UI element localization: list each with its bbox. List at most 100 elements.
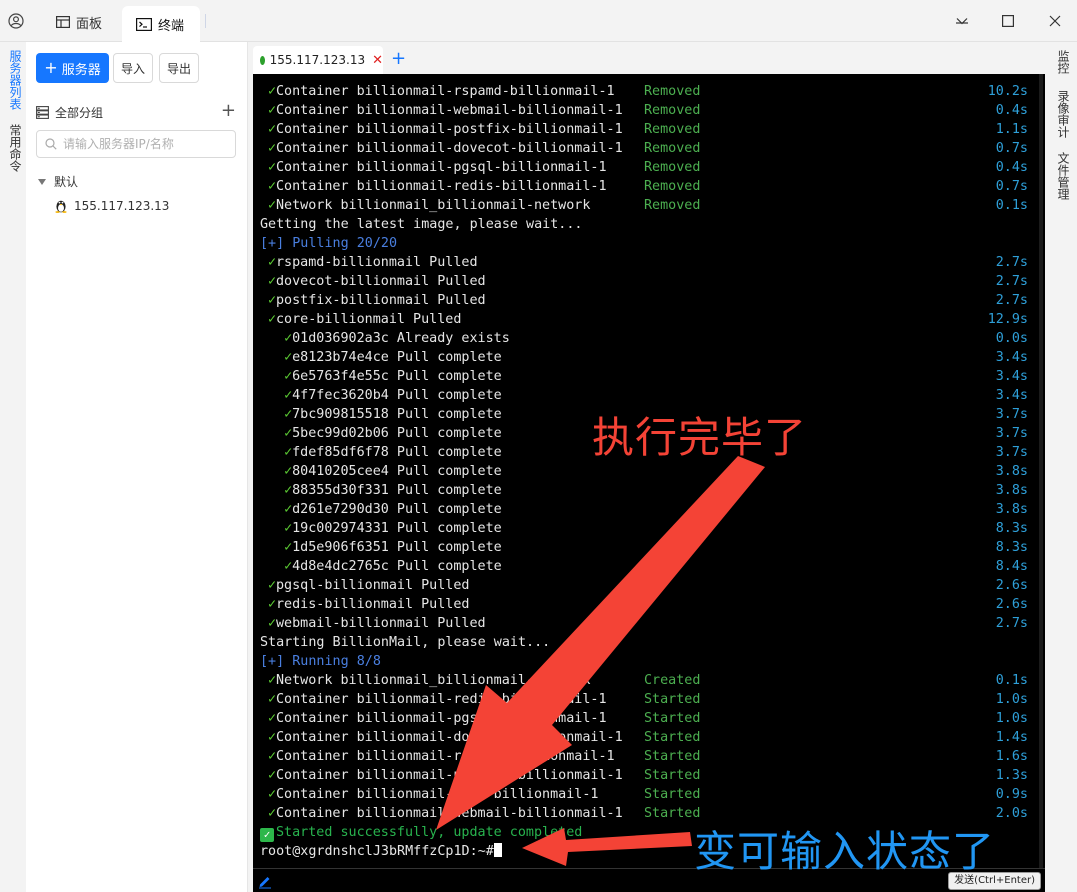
- check-icon: ✓: [276, 483, 293, 498]
- check-icon: ✓: [260, 141, 277, 156]
- terminal-line-status: Started: [644, 692, 701, 707]
- check-icon: ✓: [260, 274, 277, 289]
- add-server-button[interactable]: + 服务器: [36, 53, 109, 83]
- terminal-icon: [136, 17, 152, 31]
- tree-server-item[interactable]: 155.117.123.13: [54, 198, 169, 213]
- terminal-line-time: 2.6s: [995, 578, 1028, 593]
- search-input[interactable]: [63, 137, 233, 151]
- add-tab-icon[interactable]: +: [391, 48, 406, 70]
- terminal-line-time: 1.3s: [995, 768, 1028, 783]
- terminal-line-status: Started: [644, 711, 701, 726]
- terminal-line-text: 4f7fec3620b4 Pull complete: [292, 388, 502, 403]
- terminal-line-text: Started successfully, update completed: [276, 825, 583, 840]
- terminal-session-label: 155.117.123.13: [269, 53, 366, 67]
- terminal-line-time: 0.1s: [995, 673, 1028, 688]
- terminal-line-text: Getting the latest image, please wait...: [260, 217, 583, 232]
- add-group-icon[interactable]: +: [221, 102, 236, 120]
- rail-item-monitor[interactable]: 监控: [1056, 50, 1070, 74]
- terminal-line-time: 3.8s: [995, 502, 1028, 517]
- check-icon: ✓: [260, 160, 277, 175]
- import-button[interactable]: 导入: [113, 53, 153, 83]
- pencil-icon[interactable]: [257, 873, 273, 889]
- terminal-line: [+] Pulling 20/20: [260, 234, 1028, 253]
- terminal-line: ✓core-billionmail Pulled 12.9s: [260, 310, 1028, 329]
- terminal-line-text: 6e5763f4e55c Pull complete: [292, 369, 502, 384]
- tree-group-default[interactable]: 默认: [38, 173, 78, 190]
- terminal-line-text: 01d036902a3c Already exists: [292, 331, 510, 346]
- check-icon: ✓: [276, 502, 293, 517]
- terminal-line: ✓Container billionmail-rspamd-billionmai…: [260, 747, 1028, 766]
- terminal-line: ✓postfix-billionmail Pulled 2.7s: [260, 291, 1028, 310]
- check-icon: ✓: [260, 198, 277, 213]
- close-icon[interactable]: [1043, 10, 1067, 32]
- terminal-line-time: 1.0s: [995, 692, 1028, 707]
- check-icon: ✓: [276, 464, 293, 479]
- rail-item-recording-audit[interactable]: 录像审计: [1056, 90, 1070, 138]
- terminal-tab-bar: 155.117.123.13 ✕ +: [249, 42, 1049, 74]
- terminal-scrollbar[interactable]: [1039, 74, 1043, 868]
- terminal-line-text: Container billionmail-pgsql-billionmail-…: [276, 160, 607, 175]
- maximize-icon[interactable]: [996, 10, 1020, 32]
- check-icon: ✓: [276, 445, 293, 460]
- tab-dashboard-label: 面板: [76, 16, 103, 32]
- terminal-line-time: 1.1s: [995, 122, 1028, 137]
- left-rail: 服务器列表 常用命令: [0, 42, 26, 892]
- check-icon: ✓: [276, 407, 293, 422]
- terminal-line: ✓Network billionmail_billionmail-network…: [260, 671, 1028, 690]
- dashboard-icon: [56, 16, 70, 28]
- terminal-line-status: Removed: [644, 122, 701, 137]
- right-rail: 监控 录像审计 文件管理: [1049, 42, 1077, 892]
- terminal-line: ✓88355d30f331 Pull complete 3.8s: [260, 481, 1028, 500]
- terminal-line-text: dovecot-billionmail Pulled: [276, 274, 486, 289]
- terminal-line-text: Container billionmail-rspamd-billionmail…: [276, 84, 615, 99]
- tab-terminal-label: 终端: [158, 18, 185, 34]
- tab-divider: [205, 14, 206, 28]
- terminal-line-status: Started: [644, 806, 701, 821]
- terminal-line-time: 10.2s: [987, 84, 1028, 99]
- terminal-line-text: Container billionmail-postfix-billionmai…: [276, 122, 623, 137]
- terminal-line: ✓d261e7290d30 Pull complete 3.8s: [260, 500, 1028, 519]
- terminal-line: Getting the latest image, please wait...: [260, 215, 1028, 234]
- check-icon: ✓: [276, 559, 293, 574]
- rail-item-server-list[interactable]: 服务器列表: [5, 50, 22, 110]
- terminal-line: ✓Network billionmail_billionmail-network…: [260, 196, 1028, 215]
- terminal-line-status: Started: [644, 749, 701, 764]
- success-check-icon: ✓: [260, 828, 274, 842]
- terminal-line-time: 3.4s: [995, 369, 1028, 384]
- rail-item-file-manager[interactable]: 文件管理: [1056, 152, 1070, 200]
- terminal-line-time: 2.6s: [995, 597, 1028, 612]
- terminal-line-text: 19c002974331 Pull complete: [292, 521, 502, 536]
- terminal-line-text: 4d8e4dc2765c Pull complete: [292, 559, 502, 574]
- check-icon: ✓: [260, 293, 277, 308]
- terminal-line-text: Starting BillionMail, please wait...: [260, 635, 551, 650]
- group-label: 全部分组: [55, 105, 104, 120]
- check-icon: ✓: [260, 806, 277, 821]
- export-button[interactable]: 导出: [159, 53, 199, 83]
- check-icon: ✓: [260, 692, 277, 707]
- terminal-line: ✓6e5763f4e55c Pull complete 3.4s: [260, 367, 1028, 386]
- terminal-line-time: 0.7s: [995, 141, 1028, 156]
- terminal-session-tab[interactable]: 155.117.123.13 ✕: [253, 46, 383, 74]
- check-icon: ✓: [276, 521, 293, 536]
- terminal-line-text: Container billionmail-pgsql-billionmail-…: [276, 711, 607, 726]
- check-icon: ✓: [260, 616, 277, 631]
- linux-icon: [55, 200, 67, 213]
- user-icon[interactable]: [8, 13, 24, 29]
- terminal-line-text: root@xgrdnshclJ3bRMffzCp1D:~#: [260, 844, 494, 859]
- tab-dashboard[interactable]: 面板: [44, 8, 118, 36]
- terminal-line-status: Created: [644, 673, 701, 688]
- rail-item-common-commands[interactable]: 常用命令: [5, 124, 22, 172]
- title-bar: 面板 终端: [0, 0, 1077, 42]
- check-icon: ✓: [260, 103, 277, 118]
- close-tab-icon[interactable]: ✕: [372, 53, 383, 68]
- terminal-line-time: 12.9s: [987, 312, 1028, 327]
- terminal-line-time: 2.7s: [995, 274, 1028, 289]
- terminal-line-text: 1d5e906f6351 Pull complete: [292, 540, 502, 555]
- minimize-icon[interactable]: [952, 12, 972, 34]
- server-group-icon: [36, 105, 49, 119]
- check-icon: ✓: [276, 540, 293, 555]
- status-dot-icon: [260, 55, 265, 65]
- terminal-line: [+] Running 8/8: [260, 652, 1028, 671]
- tab-terminal[interactable]: 终端: [122, 6, 200, 42]
- terminal-output[interactable]: ✓ Container billionmail-rspamd-billionmai…: [253, 74, 1045, 868]
